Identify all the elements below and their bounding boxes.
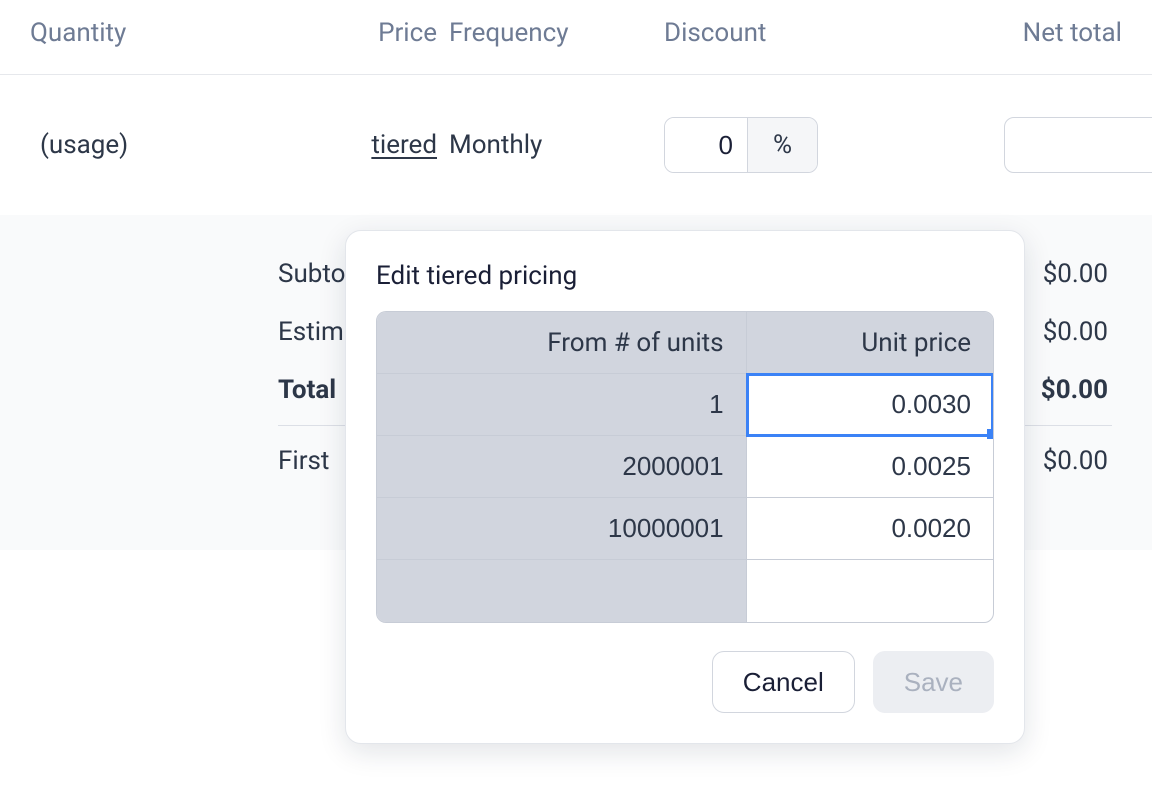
tier-from-cell[interactable] [377, 498, 747, 560]
tier-row [377, 498, 993, 560]
summary-first-value: $0.00 [1043, 446, 1112, 476]
tier-header-from: From # of units [377, 312, 747, 374]
tier-header-price: Unit price [747, 312, 993, 374]
tier-table-header: From # of units Unit price [377, 312, 993, 374]
tier-price-input[interactable] [769, 498, 971, 559]
tier-from-cell[interactable] [377, 374, 747, 436]
header-price: Price [355, 18, 449, 48]
tiered-pricing-link[interactable]: tiered [371, 130, 437, 160]
header-discount: Discount [664, 18, 1004, 48]
summary-subtotal-value: $0.00 [1043, 259, 1112, 289]
line-item-quantity: (usage) [30, 130, 355, 160]
discount-unit-toggle[interactable]: % [747, 118, 817, 172]
tier-row [377, 374, 993, 436]
tiered-pricing-table: From # of units Unit price [376, 311, 994, 623]
tier-price-cell[interactable] [747, 560, 993, 622]
summary-estimated-value: $0.00 [1043, 317, 1112, 347]
discount-input[interactable] [665, 118, 747, 172]
header-frequency: Frequency [449, 18, 664, 48]
line-item-frequency: Monthly [449, 130, 664, 160]
tier-from-input[interactable] [399, 498, 724, 559]
line-item-row: (usage) tiered Monthly % [0, 75, 1152, 215]
header-net-total: Net total [1004, 18, 1122, 48]
pricing-table-header: Quantity Price Frequency Discount Net to… [0, 0, 1152, 75]
cancel-button[interactable]: Cancel [712, 651, 855, 713]
summary-estimated-label: Estimated [40, 317, 395, 347]
tier-from-cell[interactable] [377, 560, 747, 622]
tier-row [377, 560, 993, 622]
net-total-input[interactable] [1004, 117, 1152, 173]
summary-first-label: First [40, 446, 329, 476]
tier-price-input[interactable] [769, 374, 971, 435]
save-button[interactable]: Save [873, 651, 994, 713]
tier-from-cell[interactable] [377, 436, 747, 498]
tier-price-input[interactable] [769, 436, 971, 497]
popover-actions: Cancel Save [376, 651, 994, 713]
tier-price-cell[interactable] [747, 498, 993, 560]
summary-total-label: Total [40, 375, 336, 405]
header-quantity: Quantity [30, 18, 355, 48]
popover-title: Edit tiered pricing [376, 261, 994, 291]
tier-price-input[interactable] [769, 560, 971, 622]
tier-price-cell[interactable] [747, 374, 993, 436]
tier-from-input[interactable] [399, 436, 724, 497]
edit-tiered-pricing-popover: Edit tiered pricing From # of units Unit… [345, 230, 1025, 744]
discount-input-group: % [664, 117, 818, 173]
summary-total-value: $0.00 [1041, 375, 1112, 405]
tier-price-cell[interactable] [747, 436, 993, 498]
tier-from-input[interactable] [399, 374, 724, 435]
tier-from-input[interactable] [399, 560, 724, 622]
summary-subtotal-label: Subtotal [40, 259, 374, 289]
tier-row [377, 436, 993, 498]
